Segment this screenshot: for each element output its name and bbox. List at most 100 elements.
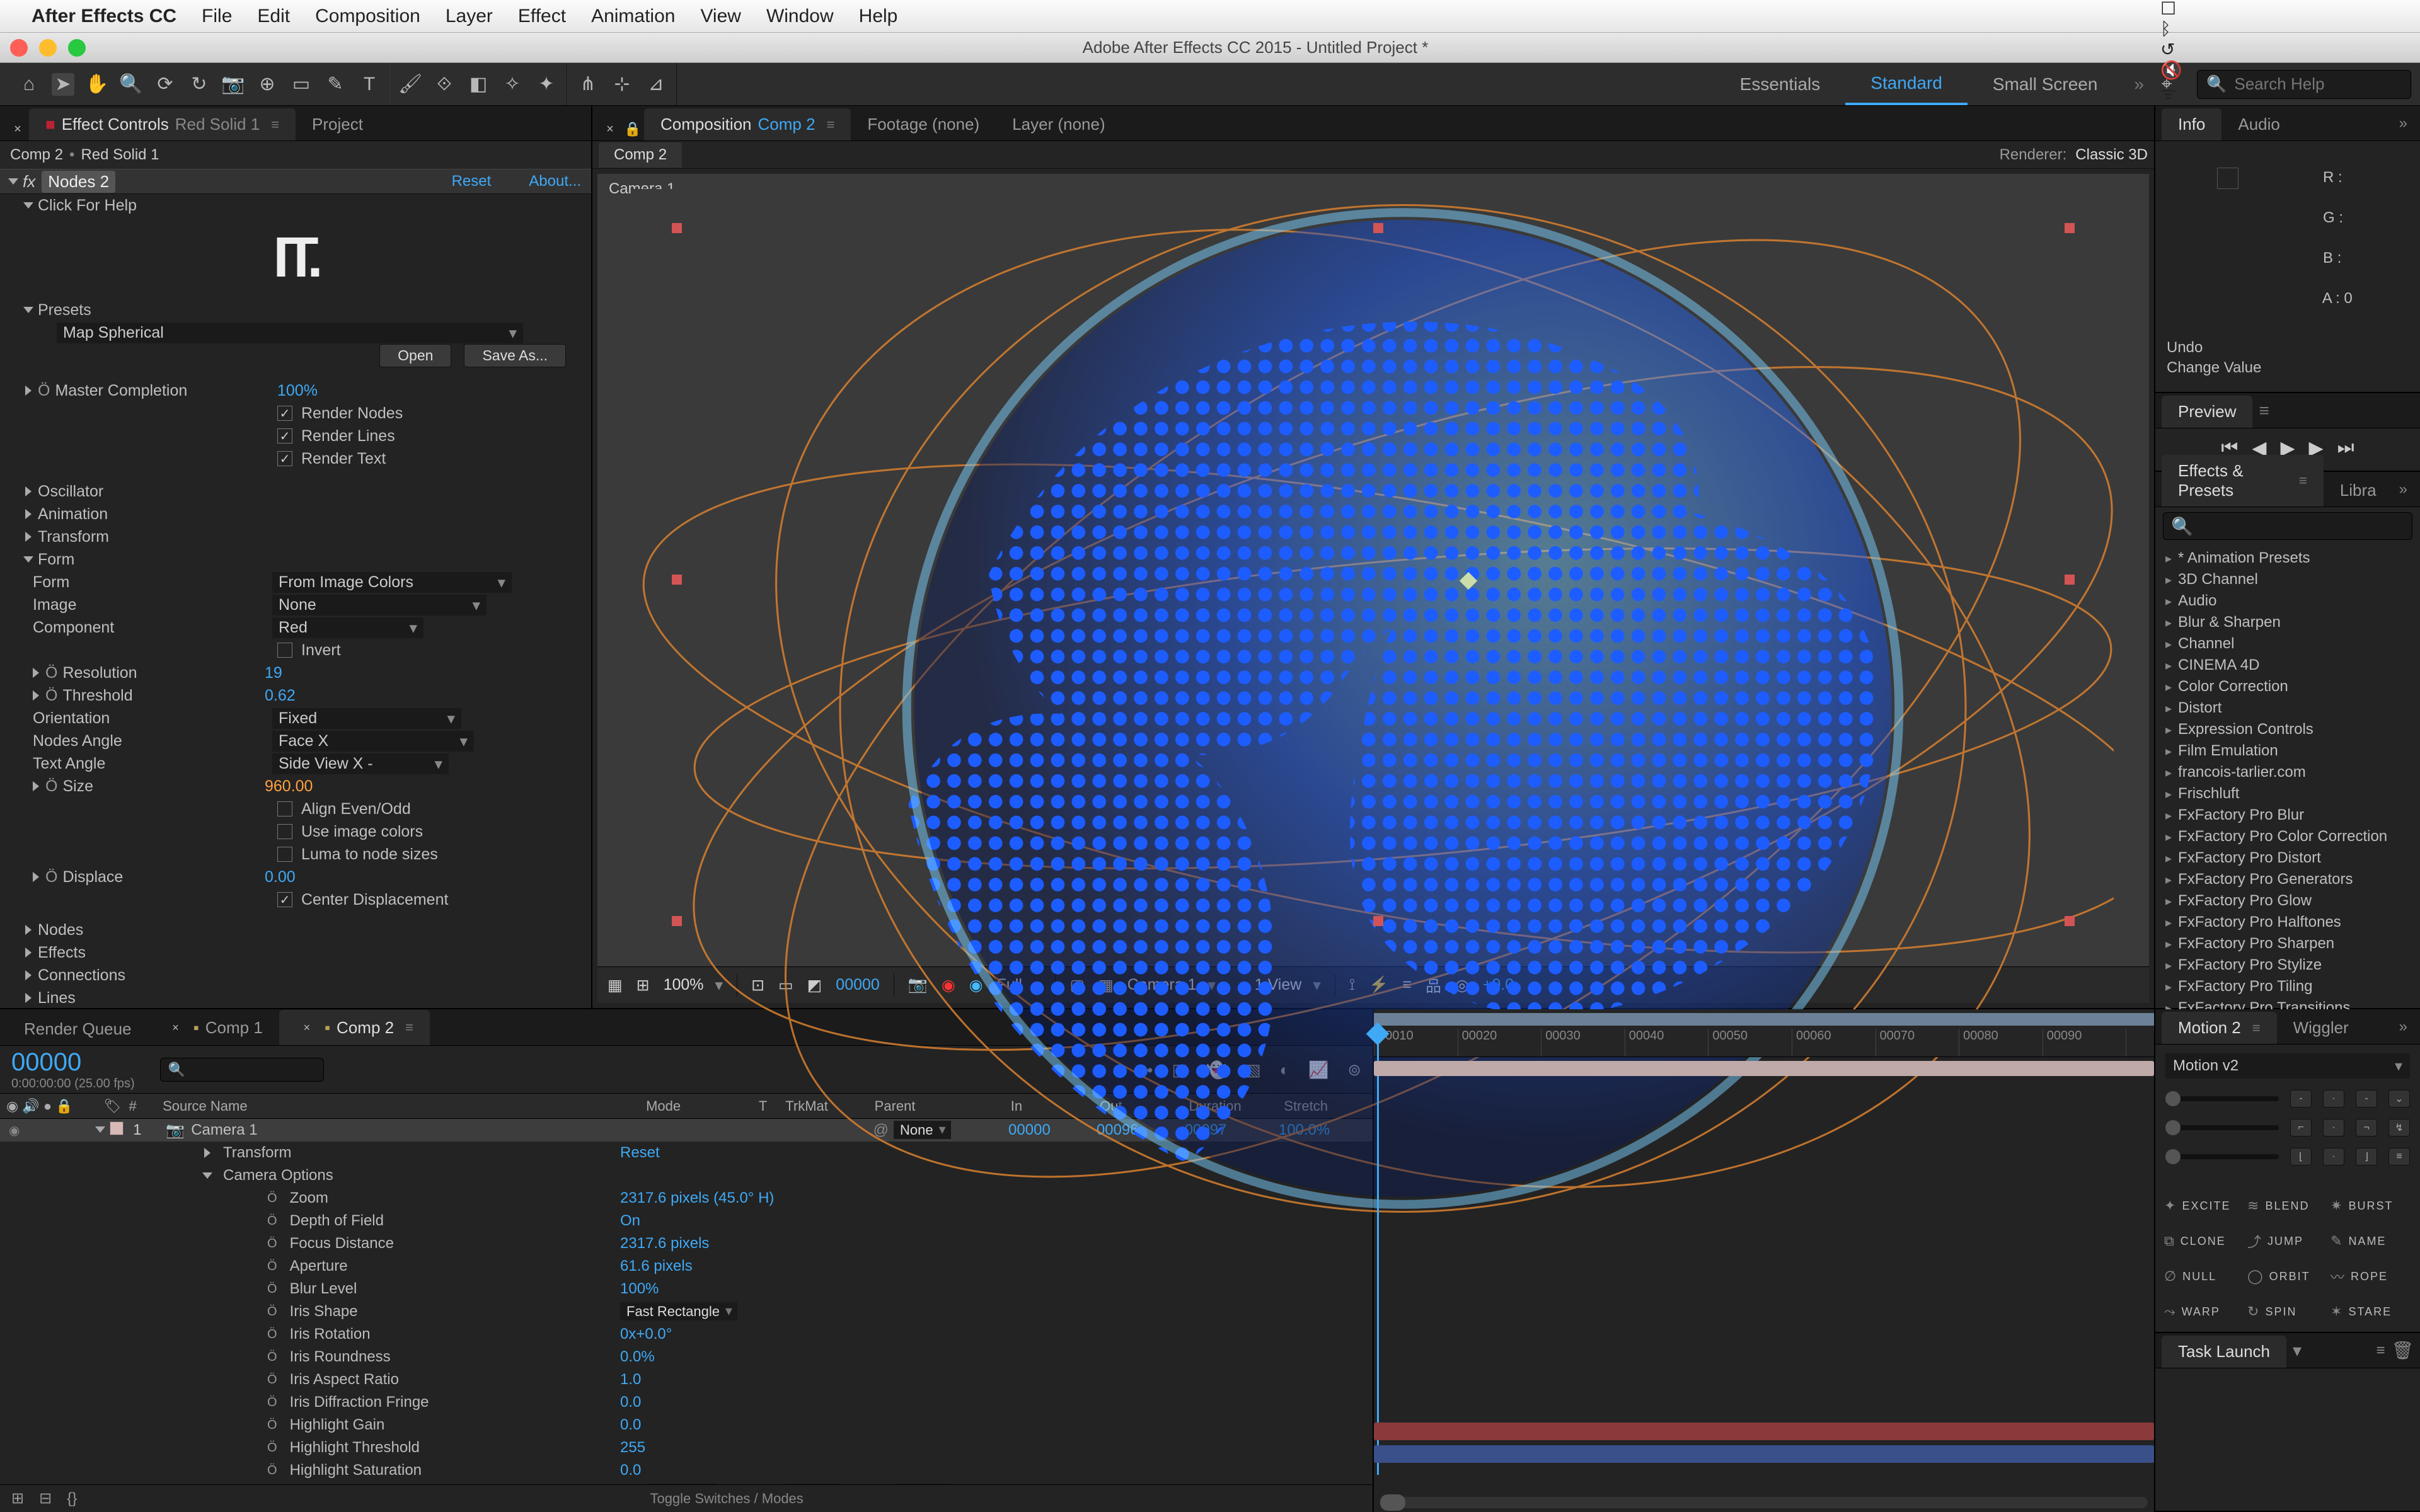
minimize-button[interactable] [39, 39, 57, 57]
toggle-switches-modes[interactable]: Toggle Switches / Modes [92, 1491, 1361, 1507]
type-tool-icon[interactable]: T [358, 73, 381, 96]
camera-prop-row[interactable]: ÖHighlight Gain0.0 [0, 1414, 1373, 1436]
tab-preview[interactable]: Preview [2162, 396, 2252, 428]
trash-icon[interactable]: 🗑 [2391, 1340, 2414, 1361]
group-oscillator[interactable]: Oscillator [38, 483, 103, 501]
align-checkbox[interactable] [277, 801, 292, 816]
tab-comp2[interactable]: × ▪ Comp 2 ≡ [279, 1010, 430, 1045]
group-connections[interactable]: Connections [38, 966, 125, 985]
layer-bars[interactable] [1374, 1057, 2154, 1512]
tab-footage[interactable]: Footage (none) [851, 108, 996, 140]
preset-saveas-button[interactable]: Save As... [464, 344, 566, 367]
group-lines[interactable]: Lines [38, 989, 76, 1007]
twirl-icon[interactable] [23, 202, 33, 209]
work-area-bar[interactable] [1374, 1013, 2154, 1026]
render-text-checkbox[interactable] [277, 451, 292, 466]
resolution-label[interactable]: Resolution [62, 664, 137, 682]
camera-prop-row[interactable]: ÖIris ShapeFast Rectangle [0, 1300, 1373, 1323]
tab-motion[interactable]: Motion 2≡ [2162, 1012, 2277, 1044]
text-angle-dropdown[interactable]: Side View X - [272, 753, 449, 774]
displace-label[interactable]: Displace [62, 868, 123, 886]
twirl-icon[interactable] [25, 948, 32, 958]
panel-menu-icon[interactable]: ≡ [2252, 1020, 2261, 1036]
twirl-icon[interactable] [33, 872, 39, 882]
render-lines-checkbox[interactable] [277, 428, 292, 444]
ep-category[interactable]: FxFactory Pro Tiling [2159, 976, 2416, 997]
group-form[interactable]: Form [38, 551, 74, 569]
ep-category[interactable]: CINEMA 4D [2159, 655, 2416, 676]
camera-prop-row[interactable]: ÖHighlight Threshold255 [0, 1436, 1373, 1459]
tab-comp1[interactable]: × ▪ Comp 1 [148, 1010, 279, 1045]
motion-action-burst[interactable]: ✷BURST [2331, 1192, 2406, 1220]
menu-window[interactable]: Window [766, 6, 834, 27]
center-disp-checkbox[interactable] [277, 892, 292, 907]
view-axis-icon[interactable]: ⊿ [645, 73, 667, 96]
hand-tool-icon[interactable]: ✋ [86, 73, 108, 96]
image-dropdown[interactable]: None [272, 595, 487, 616]
menu-help[interactable]: Help [859, 6, 898, 27]
ep-category[interactable]: Blur & Sharpen [2159, 612, 2416, 633]
ep-category[interactable]: 3D Channel [2159, 569, 2416, 590]
home-icon[interactable]: ⌂ [18, 73, 40, 96]
panel-overflow-icon[interactable]: » [2393, 115, 2414, 132]
camera-prop-row[interactable]: ÖBlur Level100% [0, 1278, 1373, 1300]
motion-action-name[interactable]: ✎NAME [2331, 1227, 2406, 1255]
mo-btn[interactable]: ↯ [2388, 1119, 2410, 1137]
twirl-icon[interactable] [25, 993, 32, 1003]
panel-menu-icon[interactable]: ≡ [405, 1019, 413, 1036]
tab-render-queue[interactable]: Render Queue [8, 1013, 148, 1045]
camera-prop-row[interactable]: ÖIris Roundness0.0% [0, 1346, 1373, 1368]
local-axis-icon[interactable]: ⋔ [577, 73, 599, 96]
app-menu[interactable]: After Effects CC [32, 6, 176, 27]
roto-tool-icon[interactable]: ✧ [501, 73, 524, 96]
workspace-standard[interactable]: Standard [1845, 63, 1968, 105]
motion-slider[interactable] [2165, 1154, 2279, 1159]
ep-category[interactable]: FxFactory Pro Generators [2159, 869, 2416, 890]
ep-category[interactable]: Audio [2159, 590, 2416, 612]
layer-bar-solid[interactable] [1374, 1423, 2154, 1440]
tab-effect-controls[interactable]: ■ Effect Controls Red Solid 1 ≡ [29, 108, 296, 140]
close-button[interactable] [10, 39, 28, 57]
col-num[interactable]: # [122, 1098, 156, 1114]
motion-action-stare[interactable]: ✶STARE [2331, 1298, 2406, 1326]
panel-overflow-icon[interactable]: » [2393, 1018, 2414, 1036]
mo-btn[interactable]: ⌊ [2290, 1148, 2312, 1166]
expand-icon[interactable]: ⊞ [11, 1489, 24, 1508]
invert-checkbox[interactable] [277, 643, 292, 658]
camera-prop-row[interactable]: ÖIris Rotation0x+0.0° [0, 1323, 1373, 1346]
camera-prop-row[interactable]: ÖIris Diffraction Fringe0.0 [0, 1391, 1373, 1414]
twirl-icon[interactable] [25, 386, 32, 396]
tab-effects-presets[interactable]: Effects & Presets ≡ [2162, 455, 2324, 507]
motion-action-blend[interactable]: ≋BLEND [2247, 1192, 2323, 1220]
resolution-value[interactable]: 19 [265, 664, 282, 682]
ep-category[interactable]: Frischluft [2159, 783, 2416, 805]
twirl-icon[interactable] [33, 690, 39, 701]
motion-preset-dropdown[interactable]: Motion v2 [2165, 1053, 2410, 1079]
tab-task-launch[interactable]: Task Launch [2162, 1336, 2286, 1368]
group-animation[interactable]: Animation [38, 505, 108, 524]
bluetooth-icon[interactable]: ᛒ [2160, 19, 2407, 39]
mo-btn[interactable]: ¬ [2356, 1119, 2377, 1137]
menu-layer[interactable]: Layer [446, 6, 493, 27]
workspace-essentials[interactable]: Essentials [1715, 63, 1846, 105]
displace-value[interactable]: 0.00 [265, 868, 296, 886]
rotate-tool-icon[interactable]: ↻ [188, 73, 210, 96]
master-completion-value[interactable]: 100% [277, 382, 318, 400]
brush-tool-icon[interactable]: 🖌 [399, 73, 422, 96]
mo-btn[interactable]: · [2323, 1148, 2344, 1166]
ep-category[interactable]: Film Emulation [2159, 740, 2416, 762]
tab-audio[interactable]: Audio [2221, 108, 2296, 140]
col-name[interactable]: Source Name [156, 1098, 640, 1114]
pen-tool-icon[interactable]: ✎ [324, 73, 347, 96]
panel-lock-icon[interactable]: 🔒 [621, 118, 644, 140]
camera-prop-row[interactable]: ÖAperture61.6 pixels [0, 1255, 1373, 1278]
anchor-tool-icon[interactable]: ⊕ [256, 73, 279, 96]
threshold-label[interactable]: Threshold [62, 687, 132, 704]
panel-menu-icon[interactable]: ≡ [2259, 401, 2269, 421]
mo-btn[interactable]: · [2323, 1119, 2344, 1137]
timeline-search[interactable]: 🔍 [160, 1058, 324, 1082]
ep-category[interactable]: Expression Controls [2159, 719, 2416, 740]
orientation-dropdown[interactable]: Fixed [272, 708, 461, 729]
group-transform[interactable]: Transform [38, 528, 109, 546]
mo-btn[interactable]: ⌐ [2290, 1119, 2312, 1137]
